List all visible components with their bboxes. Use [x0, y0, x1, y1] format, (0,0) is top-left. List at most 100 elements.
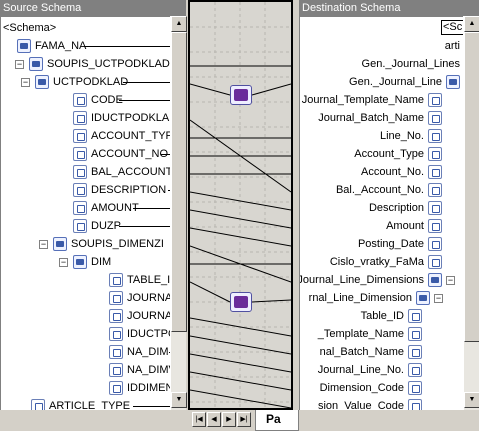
destination-node[interactable]: Journal_Batch_Name	[300, 109, 463, 127]
source-bottom-bar	[0, 410, 188, 431]
destination-node[interactable]: Description	[300, 199, 463, 217]
field-icon	[428, 147, 442, 161]
source-node[interactable]: NA_DIMVA	[1, 361, 170, 379]
destination-node[interactable]: Table_ID	[300, 307, 463, 325]
field-icon	[109, 363, 123, 377]
destination-node-label: Journal_Line_No.	[317, 364, 404, 376]
destination-node-label: Gen._Journal_Lines	[361, 58, 460, 70]
destination-node-label: _Template_Name	[317, 328, 404, 340]
source-node-label: SOUPIS_DIMENZI	[71, 238, 164, 250]
destination-node[interactable]: arti	[300, 37, 463, 55]
source-node[interactable]: ACCOUNT_NO	[1, 145, 170, 163]
destination-node[interactable]: Amount	[300, 217, 463, 235]
source-node[interactable]: − SOUPIS_UCTPODKLADU	[1, 55, 170, 73]
collapse-icon[interactable]: −	[39, 240, 48, 249]
scroll-up-icon[interactable]: ▲	[171, 16, 187, 32]
prev-page-icon[interactable]: ◀	[207, 412, 221, 427]
source-node[interactable]: JOURNAL_	[1, 307, 170, 325]
destination-node[interactable]: Dimension_Code	[300, 379, 463, 397]
tab-page[interactable]: Pa	[255, 410, 299, 431]
destination-node[interactable]: Gen._Journal_Line	[300, 73, 463, 91]
source-node[interactable]: ARTICLE_TYPE	[1, 397, 170, 410]
destination-node[interactable]: Journal_Line_No.	[300, 361, 463, 379]
destination-node[interactable]: sion_Value_Code	[300, 397, 463, 410]
destination-node[interactable]: Journal_Line_Dimensions −	[300, 271, 463, 289]
destination-node-label: sion_Value_Code	[317, 400, 404, 410]
destination-node[interactable]: Journal_Template_Name	[300, 91, 463, 109]
source-node[interactable]: BAL_ACCOUNT_NO	[1, 163, 170, 181]
field-icon	[428, 183, 442, 197]
source-node-label: CODE	[91, 94, 123, 106]
collapse-icon[interactable]: −	[59, 258, 68, 267]
source-node[interactable]: − SOUPIS_DIMENZI	[1, 235, 170, 253]
last-page-icon[interactable]: ▶|	[237, 412, 251, 427]
source-node[interactable]: IDUCTPODKLAD	[1, 109, 170, 127]
source-node-label: SOUPIS_UCTPODKLADU	[47, 58, 170, 70]
source-node[interactable]: FAMA_NA	[1, 37, 170, 55]
field-icon	[73, 111, 87, 125]
source-node-label: UCTPODKLAD	[53, 76, 129, 88]
link-line	[133, 406, 170, 407]
scroll-thumb[interactable]	[464, 32, 479, 342]
destination-node[interactable]: Cislo_vratky_FaMa	[300, 253, 463, 271]
source-node[interactable]: IDDIMENZE	[1, 379, 170, 397]
collapse-icon[interactable]: −	[446, 276, 455, 285]
destination-node-label: Posting_Date	[357, 238, 424, 250]
mapper-tab-strip: |◀ ◀ ▶ ▶| Pa	[188, 410, 299, 431]
link-line	[123, 82, 170, 83]
source-node[interactable]: JOURNAL_	[1, 289, 170, 307]
mapper-grid[interactable]	[188, 0, 293, 410]
field-icon	[73, 129, 87, 143]
source-node[interactable]: DUZP	[1, 217, 170, 235]
destination-node[interactable]: Account_No.	[300, 163, 463, 181]
field-icon	[31, 399, 45, 410]
source-node[interactable]: IDUCTPOD	[1, 325, 170, 343]
scroll-down-icon[interactable]: ▼	[171, 392, 187, 408]
field-icon	[408, 327, 422, 341]
destination-node[interactable]: nal_Batch_Name	[300, 343, 463, 361]
source-schema-root[interactable]: <Schema>	[3, 19, 56, 37]
source-node[interactable]: TABLE_ID	[1, 271, 170, 289]
field-icon	[109, 381, 123, 395]
next-page-icon[interactable]: ▶	[222, 412, 236, 427]
first-page-icon[interactable]: |◀	[192, 412, 206, 427]
source-node-label: IDDIMENZE	[127, 382, 170, 394]
source-node[interactable]: − UCTPODKLAD	[1, 73, 170, 91]
destination-node[interactable]: Bal._Account_No.	[300, 181, 463, 199]
source-schema-tree[interactable]: <Schema> FAMA_NA − SOUPIS_UCTPODKLADU − UCTP…	[0, 16, 170, 410]
source-node[interactable]: AMOUNT	[1, 199, 170, 217]
link-line	[84, 46, 170, 47]
collapse-icon[interactable]: −	[434, 294, 443, 303]
functoid-icon[interactable]	[230, 85, 252, 105]
destination-node[interactable]: rnal_Line_Dimension −	[300, 289, 463, 307]
destination-node[interactable]: _Template_Name	[300, 325, 463, 343]
destination-node[interactable]: Posting_Date	[300, 235, 463, 253]
destination-scrollbar[interactable]: ▲ ▼	[463, 16, 479, 410]
field-icon	[73, 183, 87, 197]
scroll-thumb[interactable]	[171, 32, 187, 332]
link-line	[119, 226, 170, 227]
field-icon	[428, 129, 442, 143]
functoid-icon[interactable]	[230, 292, 252, 312]
source-node-label: TABLE_ID	[127, 274, 170, 286]
scroll-up-icon[interactable]: ▲	[464, 16, 479, 32]
destination-node[interactable]: Account_Type	[300, 145, 463, 163]
destination-schema-root[interactable]: <Sc	[441, 20, 463, 35]
source-node[interactable]: NA_DIM	[1, 343, 170, 361]
destination-schema-tree[interactable]: <Sc arti Gen._Journal_Lines Gen._Journal_L…	[299, 16, 463, 410]
source-node[interactable]: DESCRIPTION	[1, 181, 170, 199]
source-scrollbar[interactable]: ▲ ▼	[170, 16, 187, 410]
record-icon	[35, 75, 49, 89]
field-icon	[428, 255, 442, 269]
collapse-icon[interactable]: −	[21, 78, 30, 87]
record-icon	[73, 255, 87, 269]
collapse-icon[interactable]: −	[15, 60, 24, 69]
scroll-down-icon[interactable]: ▼	[464, 392, 479, 408]
destination-node[interactable]: Gen._Journal_Lines	[300, 55, 463, 73]
field-icon	[408, 399, 422, 410]
source-node-label: AMOUNT	[91, 202, 139, 214]
source-node[interactable]: ACCOUNT_TYPE	[1, 127, 170, 145]
source-node[interactable]: − DIM	[1, 253, 170, 271]
destination-node[interactable]: Line_No.	[300, 127, 463, 145]
source-node[interactable]: CODE	[1, 91, 170, 109]
